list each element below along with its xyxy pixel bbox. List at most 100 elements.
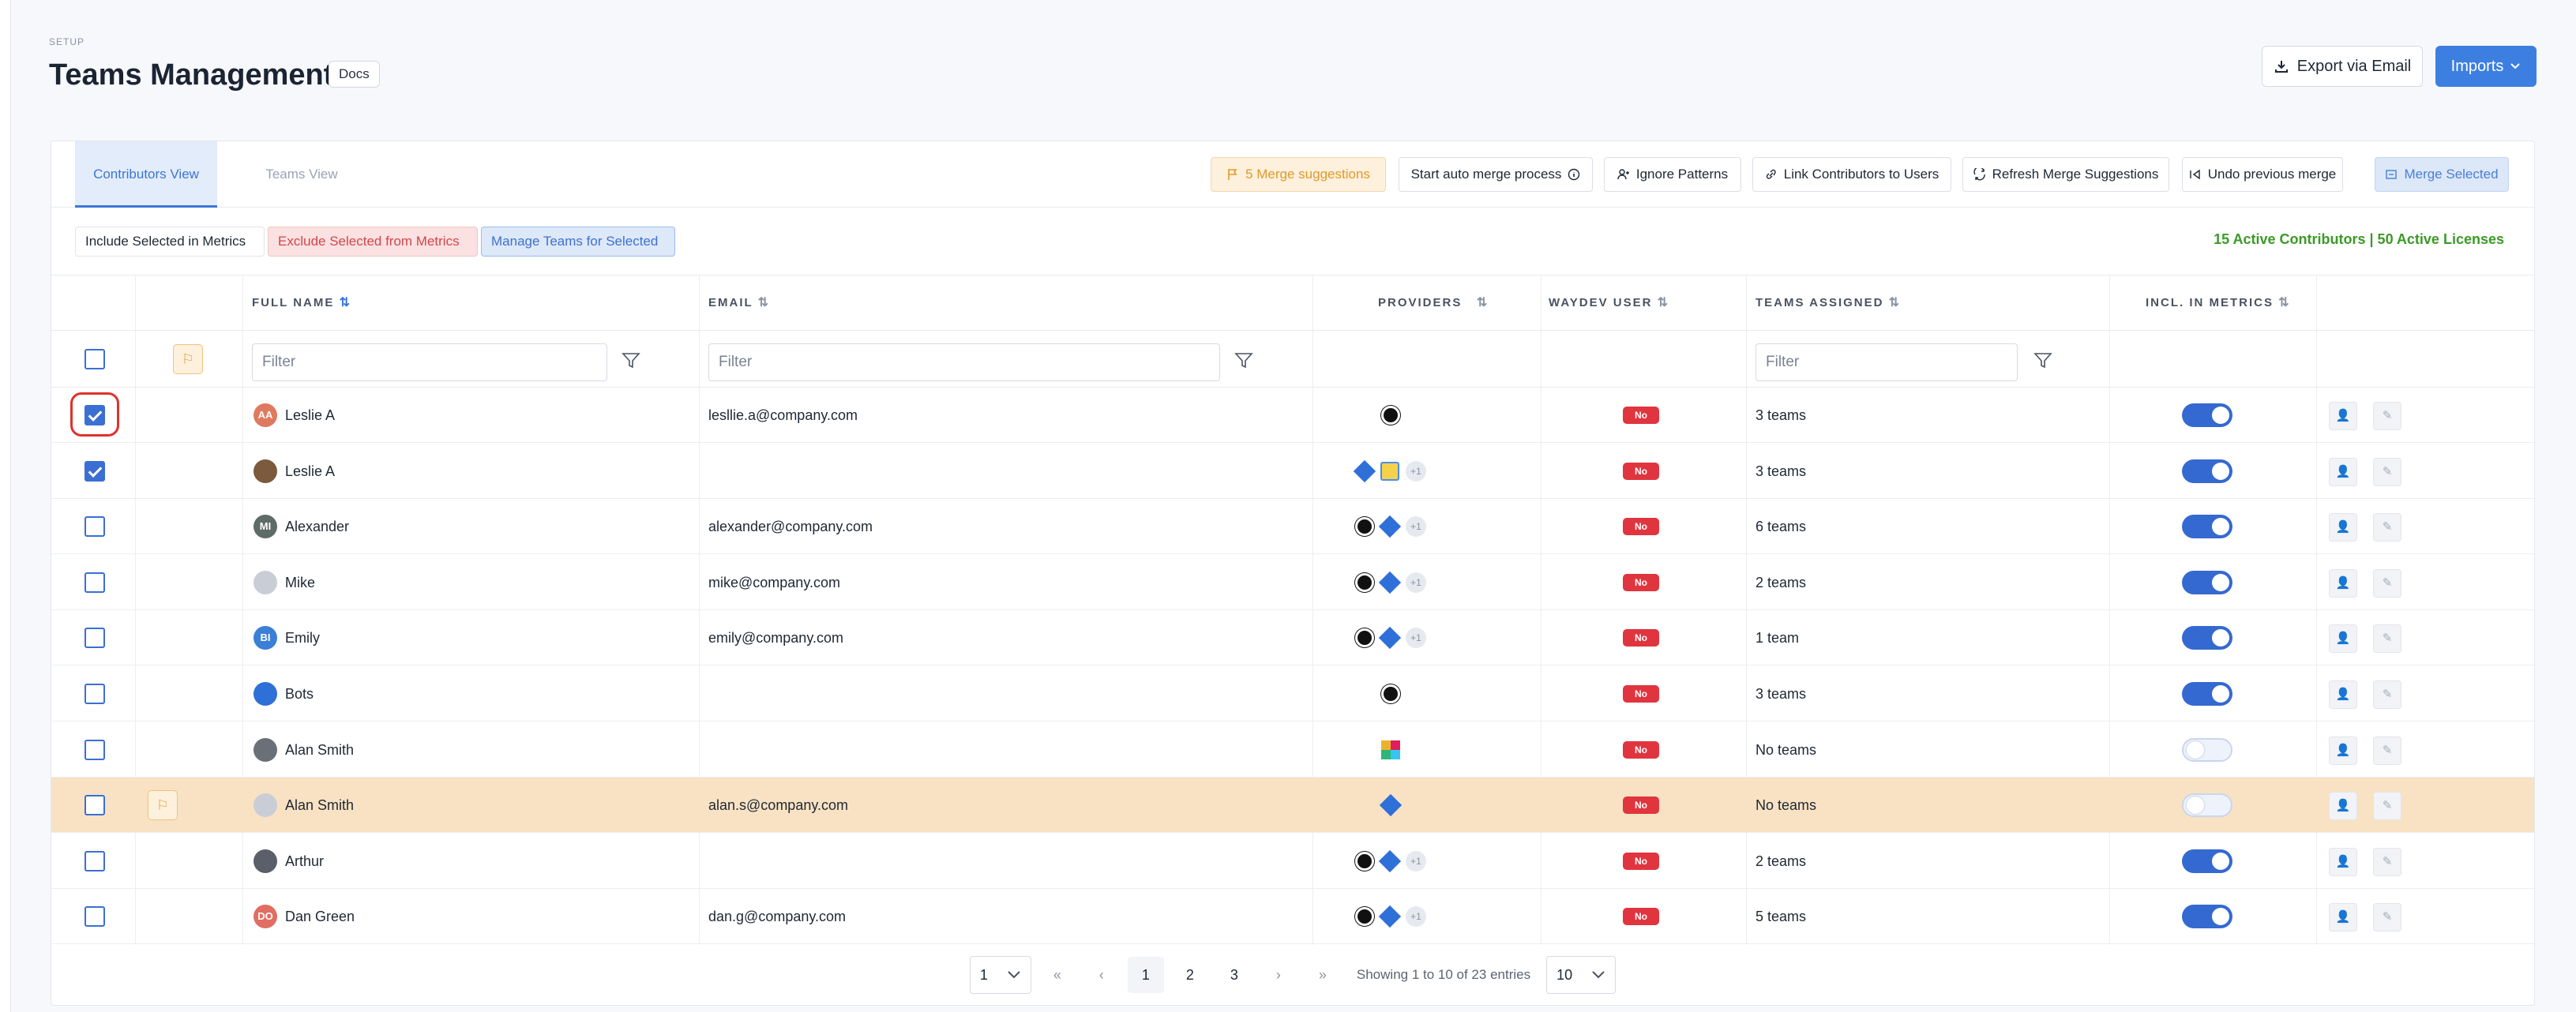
include-metrics-toggle[interactable] <box>2182 403 2232 427</box>
user-icon[interactable]: 👤 <box>2329 624 2357 654</box>
header-incl-metrics[interactable]: INCL. IN METRICS ⇅ <box>2146 275 2289 331</box>
page-select[interactable]: 1 <box>969 956 1031 994</box>
edit-icon[interactable]: ✎ <box>2373 847 2401 876</box>
more-providers-badge[interactable]: +1 <box>1406 460 1426 482</box>
page-size-select[interactable]: 10 <box>1546 956 1617 994</box>
more-providers-badge[interactable]: +1 <box>1406 906 1426 928</box>
select-all-checkbox[interactable] <box>84 349 105 369</box>
user-icon[interactable]: 👤 <box>2329 402 2357 430</box>
link-contributors-button[interactable]: Link Contributors to Users <box>1752 157 1951 192</box>
filter-icon[interactable] <box>2033 351 2052 370</box>
include-metrics-toggle[interactable] <box>2182 737 2232 762</box>
manage-teams-button[interactable]: Manage Teams for Selected <box>481 227 675 257</box>
user-icon[interactable]: 👤 <box>2329 903 2357 932</box>
include-metrics-toggle[interactable] <box>2182 570 2232 594</box>
slack-icon <box>1381 740 1400 759</box>
teams-filter-input[interactable]: Filter <box>1756 343 2018 381</box>
row-checkbox[interactable] <box>84 516 105 538</box>
ignore-patterns-button[interactable]: Ignore Patterns <box>1604 157 1741 192</box>
row-checkbox[interactable] <box>84 460 105 482</box>
row-checkbox[interactable] <box>84 795 105 816</box>
table-row[interactable]: Bots No 3 teams 👤 ✎ <box>51 666 2534 722</box>
row-checkbox[interactable] <box>84 850 105 871</box>
merge-suggestions-button[interactable]: 5 Merge suggestions <box>1211 157 1386 192</box>
refresh-suggestions-button[interactable]: Refresh Merge Suggestions <box>1962 157 2169 192</box>
include-metrics-toggle[interactable] <box>2182 905 2232 929</box>
merge-selected-button[interactable]: Merge Selected <box>2375 157 2509 192</box>
table-row[interactable]: BI Emily emily@company.com +1 No 1 team 👤 ✎ <box>51 610 2534 666</box>
filter-row: ⚐ Filter Filter Filter <box>51 331 2534 388</box>
include-metrics-toggle[interactable] <box>2182 793 2232 818</box>
github-icon <box>1355 517 1374 537</box>
include-metrics-toggle[interactable] <box>2182 515 2232 539</box>
more-providers-badge[interactable]: +1 <box>1406 516 1426 538</box>
include-metrics-toggle[interactable] <box>2182 459 2232 483</box>
edit-icon[interactable]: ✎ <box>2373 903 2401 932</box>
row-checkbox[interactable] <box>84 906 105 928</box>
merge-flag-button[interactable]: ⚐ <box>148 790 178 821</box>
tab-teams-view[interactable]: Teams View <box>249 141 355 208</box>
prev-page-button[interactable]: ‹ <box>1083 957 1120 993</box>
docs-button[interactable]: Docs <box>329 61 380 88</box>
row-checkbox[interactable] <box>84 572 105 593</box>
flag-filter-button[interactable]: ⚐ <box>173 344 203 374</box>
first-page-button[interactable]: « <box>1039 957 1076 993</box>
exclude-selected-button[interactable]: Exclude Selected from Metrics <box>268 227 478 257</box>
table-row[interactable]: MI Alexander alexander@company.com +1 No 6 te… <box>51 499 2534 555</box>
table-row[interactable]: ⚐ Alan Smith alan.s@company.com No No teams 👤… <box>51 778 2534 834</box>
include-metrics-toggle[interactable] <box>2182 682 2232 706</box>
include-metrics-toggle[interactable] <box>2182 849 2232 873</box>
include-selected-button[interactable]: Include Selected in Metrics <box>75 227 265 257</box>
header-waydev-user[interactable]: WAYDEV USER ⇅ <box>1549 275 1668 331</box>
table-row[interactable]: AA Leslie A lesllie.a@company.com No 3 teams… <box>51 388 2534 443</box>
edit-icon[interactable]: ✎ <box>2373 402 2401 430</box>
edit-icon[interactable]: ✎ <box>2373 736 2401 765</box>
edit-icon[interactable]: ✎ <box>2373 792 2401 821</box>
table-row[interactable]: Mike mike@company.com +1 No 2 teams 👤 ✎ <box>51 555 2534 610</box>
edit-icon[interactable]: ✎ <box>2373 457 2401 486</box>
avatar: BI <box>253 626 277 650</box>
more-providers-badge[interactable]: +1 <box>1406 572 1426 593</box>
filter-icon[interactable] <box>621 351 640 370</box>
edit-icon[interactable]: ✎ <box>2373 568 2401 598</box>
filter-icon[interactable] <box>1234 351 1253 370</box>
contributor-email: alan.s@company.com <box>708 797 849 814</box>
user-icon[interactable]: 👤 <box>2329 680 2357 709</box>
user-icon[interactable]: 👤 <box>2329 457 2357 486</box>
last-page-button[interactable]: » <box>1305 957 1341 993</box>
row-checkbox[interactable] <box>84 628 105 649</box>
tab-contributors-view[interactable]: Contributors View <box>75 141 217 208</box>
user-icon[interactable]: 👤 <box>2329 847 2357 876</box>
user-icon[interactable]: 👤 <box>2329 568 2357 598</box>
edit-icon[interactable]: ✎ <box>2373 624 2401 654</box>
more-providers-badge[interactable]: +1 <box>1406 850 1426 871</box>
imports-button[interactable]: Imports <box>2435 46 2537 87</box>
user-icon[interactable]: 👤 <box>2329 736 2357 765</box>
page-3-button[interactable]: 3 <box>1216 957 1252 993</box>
email-filter-input[interactable]: Filter <box>708 343 1220 381</box>
row-checkbox[interactable] <box>84 684 105 704</box>
auto-merge-button[interactable]: Start auto merge process <box>1399 157 1593 192</box>
edit-icon[interactable]: ✎ <box>2373 513 2401 542</box>
table-row[interactable]: DO Dan Green dan.g@company.com +1 No 5 teams 👤… <box>51 889 2534 945</box>
row-checkbox[interactable] <box>84 739 105 760</box>
table-row[interactable]: Arthur +1 No 2 teams 👤 ✎ <box>51 834 2534 889</box>
next-page-button[interactable]: › <box>1260 957 1297 993</box>
user-icon[interactable]: 👤 <box>2329 792 2357 821</box>
table-row[interactable]: Alan Smith No No teams 👤 ✎ <box>51 722 2534 778</box>
export-email-button[interactable]: Export via Email <box>2262 46 2423 87</box>
include-metrics-toggle[interactable] <box>2182 626 2232 650</box>
header-teams-assigned[interactable]: TEAMS ASSIGNED ⇅ <box>1756 275 1899 331</box>
page-1-button[interactable]: 1 <box>1127 957 1164 993</box>
name-filter-input[interactable]: Filter <box>252 343 607 381</box>
user-icon[interactable]: 👤 <box>2329 513 2357 542</box>
undo-merge-button[interactable]: Undo previous merge <box>2182 157 2343 192</box>
row-checkbox[interactable] <box>84 405 105 425</box>
header-full-name[interactable]: FULL NAME ⇅ <box>252 275 350 331</box>
header-providers[interactable]: PROVIDERS ⇅ <box>1378 275 1487 331</box>
more-providers-badge[interactable]: +1 <box>1406 628 1426 649</box>
header-email[interactable]: EMAIL ⇅ <box>708 275 768 331</box>
table-row[interactable]: Leslie A +1 No 3 teams 👤 ✎ <box>51 444 2534 499</box>
edit-icon[interactable]: ✎ <box>2373 680 2401 709</box>
page-2-button[interactable]: 2 <box>1172 957 1208 993</box>
